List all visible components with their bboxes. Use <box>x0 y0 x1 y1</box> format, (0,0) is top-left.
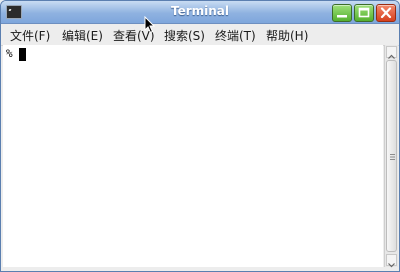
scroll-down-button[interactable] <box>386 254 397 268</box>
close-icon <box>380 7 392 19</box>
terminal-area[interactable]: % <box>3 45 383 267</box>
maximize-button[interactable] <box>354 4 374 22</box>
close-button[interactable] <box>376 4 396 22</box>
menu-file[interactable]: 文件(F) <box>10 27 50 44</box>
text-cursor <box>19 48 26 61</box>
mouse-pointer-icon <box>144 16 156 34</box>
menu-edit[interactable]: 编辑(E) <box>62 27 103 44</box>
maximize-icon <box>358 7 370 18</box>
menu-help[interactable]: 帮助(H) <box>266 27 308 44</box>
title-bar[interactable]: Terminal <box>1 1 399 24</box>
grip-icon <box>390 154 395 160</box>
minimize-button[interactable] <box>332 4 352 22</box>
menu-bar: 文件(F) 编辑(E) 查看(V) 搜索(S) 终端(T) 帮助(H) <box>1 24 399 46</box>
chevron-down-icon <box>388 263 395 268</box>
scroll-up-button[interactable] <box>386 46 397 59</box>
vertical-scrollbar[interactable] <box>384 45 398 268</box>
minimize-icon <box>337 15 347 18</box>
terminal-window: Terminal 文件(F) 编辑(E) 查看(V) 搜索(S) 终端(T) 帮… <box>0 0 400 272</box>
menu-search[interactable]: 搜索(S) <box>164 27 205 44</box>
scrollbar-thumb[interactable] <box>386 60 397 252</box>
shell-prompt: % <box>6 47 13 60</box>
menu-terminal[interactable]: 终端(T) <box>215 27 256 44</box>
